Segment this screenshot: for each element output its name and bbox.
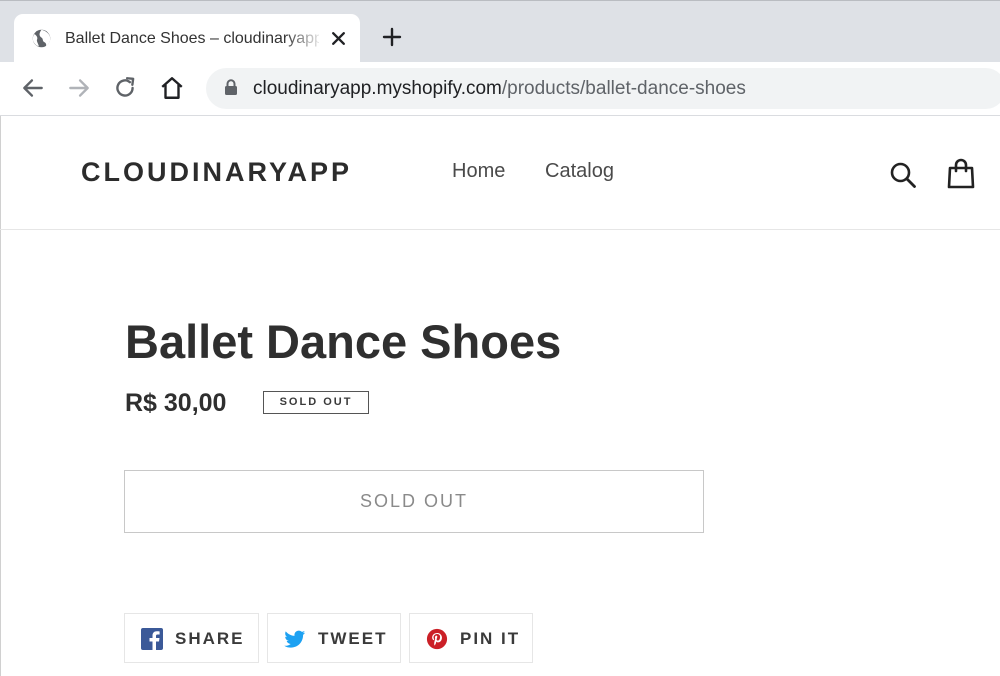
url-host: cloudinaryapp.myshopify.com — [253, 78, 502, 99]
home-icon[interactable] — [159, 75, 185, 101]
sold-out-button[interactable]: SOLD OUT — [124, 470, 704, 533]
nav-link-catalog[interactable]: Catalog — [545, 160, 614, 183]
product-price: R$ 30,00 — [125, 389, 227, 417]
lock-icon[interactable] — [224, 79, 238, 96]
store-header: CLOUDINARYAPP Home Catalog — [0, 116, 1000, 230]
pin-it-button[interactable]: PIN IT — [409, 613, 533, 663]
header-divider — [0, 229, 1000, 230]
tab-title-fade — [284, 26, 324, 52]
store-logo[interactable]: CLOUDINARYAPP — [81, 157, 352, 188]
sold-out-badge: SOLD OUT — [263, 391, 369, 414]
forward-arrow-icon[interactable] — [66, 75, 92, 101]
browser-toolbar: cloudinaryapp.myshopify.com/products/bal… — [0, 62, 1000, 115]
url-text[interactable]: cloudinaryapp.myshopify.com/products/bal… — [253, 78, 746, 100]
cart-icon[interactable] — [946, 158, 976, 190]
facebook-icon — [141, 628, 163, 650]
close-icon[interactable] — [330, 30, 347, 47]
browser-tab-active[interactable]: Ballet Dance Shoes – cloudinaryapp — [14, 14, 360, 63]
pin-label: PIN IT — [460, 629, 521, 648]
twitter-icon — [284, 630, 306, 648]
new-tab-plus-icon[interactable] — [382, 27, 402, 47]
share-label: SHARE — [175, 629, 245, 648]
address-bar[interactable]: cloudinaryapp.myshopify.com/products/bal… — [206, 68, 1000, 109]
reload-icon[interactable] — [112, 75, 138, 101]
back-arrow-icon[interactable] — [20, 75, 46, 101]
product-title: Ballet Dance Shoes — [125, 315, 562, 368]
browser-tab-strip: Ballet Dance Shoes – cloudinaryapp — [0, 0, 1000, 63]
share-facebook-button[interactable]: SHARE — [124, 613, 259, 663]
url-path: /products/ballet-dance-shoes — [501, 78, 746, 99]
nav-link-home[interactable]: Home — [452, 160, 505, 183]
globe-icon — [32, 29, 51, 48]
search-icon[interactable] — [889, 161, 917, 189]
pinterest-icon — [426, 628, 448, 650]
tweet-label: TWEET — [318, 629, 388, 648]
tab-title: Ballet Dance Shoes – cloudinaryapp — [65, 30, 319, 47]
tweet-button[interactable]: TWEET — [267, 613, 401, 663]
